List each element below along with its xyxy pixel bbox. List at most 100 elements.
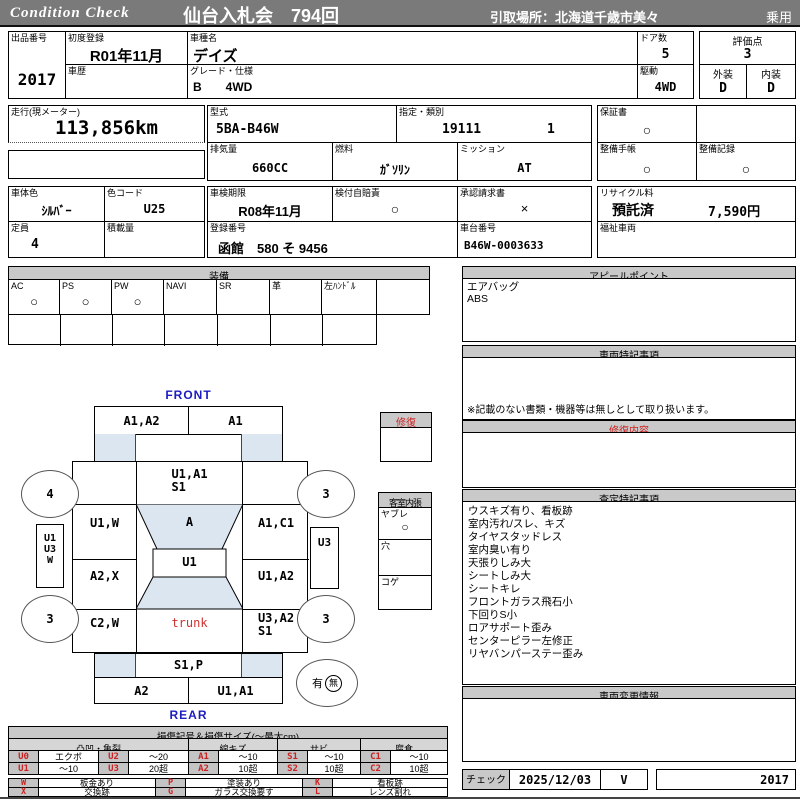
legend-code: C2 [360,762,391,775]
panel-right-sill: U3 [310,527,339,589]
equipment-cell-sr: SR [216,279,270,315]
cowl-left [95,434,136,461]
wheel-front-right: 3 [297,470,355,518]
body-color-value: ｼﾙﾊﾞｰ [41,204,72,218]
damage-code: A2 [134,684,149,698]
legend-code-text: X [20,787,27,797]
legend-code: A2 [188,762,219,775]
doors-cell: ドア数 5 [637,31,694,65]
equipment-label: SR [219,281,232,291]
damage-code: S1 [257,624,273,638]
color-code-cell: 色コード U25 [104,186,205,222]
cabin-value: ○ [401,520,409,534]
panel-left-fender: U1,W [73,517,136,530]
appeal-line: ABS [467,293,489,305]
legend-code-text: C1 [370,752,381,762]
payload-cell: 積載量 [104,221,205,258]
class-sub-number: 1 [547,122,555,137]
model-name-label: 車種名 [190,33,218,43]
damage-code: U3 [43,544,57,555]
legend-size-text: 20超 [148,764,168,774]
wheel-rear-left: 3 [21,595,79,643]
history-label: 車歴 [68,66,87,76]
wheel-rear-right: 3 [297,595,355,643]
panel-rear-bumper-left: A2 [94,677,189,704]
legend-size-text: エクボ [54,752,82,762]
model-code-label: 型式 [210,107,229,117]
appeal-line: エアバッグ [467,281,520,293]
legend-code-text: S2 [287,764,298,774]
legend-mark-text: ガラス交換要す [214,787,274,797]
panel-right-door: U1,A2 [243,570,309,583]
equipment-label: 革 [272,281,282,291]
legend-size-text: 10超 [324,764,344,774]
auction-condition-sheet: Condition Check 仙台入札会 794回 引取場所：北海道千歳市美々… [0,0,800,800]
check-date-cell: 2025/12/03 [509,769,601,790]
assessment-line: リヤバンパーステー歪み [468,648,584,660]
legend-mark-code: G [155,787,186,797]
legend-code-text: U3 [108,764,119,774]
presence-yes: 有 [312,678,323,690]
cabin-label: 穴 [381,541,391,551]
damage-code: A [185,515,194,529]
class-number: 19111 [442,122,482,137]
wheel-front-left: 4 [21,470,79,518]
damage-code: U3 [317,536,332,549]
cabin-header: 客室内張 [378,492,432,508]
service-record-label: 整備記録 [699,144,736,154]
legend-code: U3 [98,762,129,775]
equipment-label: AC [11,281,24,291]
fuel-value: ｶﾞｿﾘﾝ [379,163,410,177]
car-body: U1,A1 S1 A U1 trunk U1,W A2,X C2,W A1,C1… [72,461,309,654]
body-color-cell: 車体色 ｼﾙﾊﾞｰ [8,186,105,222]
panel-windshield: U1,A1 S1 [136,468,243,494]
legend-size: 20超 [128,762,189,775]
legend-code: S2 [277,762,308,775]
equipment-value: ○ [81,294,90,309]
legend-code-text: L [314,787,321,797]
damage-code: A1 [228,414,243,428]
score-label: 評価点 [732,37,763,48]
legend-mark-code: X [8,787,39,797]
body-color-label: 車体色 [11,188,39,198]
service-book-label: 整備手帳 [600,144,637,154]
repair-box-header: 修復 [380,412,432,428]
drive-value: 4WD [654,80,677,94]
appeal-body: エアバッグ ABS [462,278,796,342]
damage-code: U1 [43,533,57,544]
legend-size-text: ～10 [238,752,258,762]
equipment-cell-pw: PW ○ [111,279,164,315]
approval-value: × [520,201,529,216]
recycle-fee-label: リサイクル料 [600,188,654,198]
damage-code: A1,C1 [257,516,295,530]
exterior-grade-value: D [719,81,727,96]
damage-code: W [46,555,54,566]
equipment-label: 左ﾊﾝﾄﾞﾙ [324,281,356,291]
fuel-cell: 燃料 ｶﾞｿﾘﾝ [332,142,458,181]
approval-cell: 承認請求書 × [457,186,592,222]
plate-value: 函館 580 そ 9456 [218,241,328,256]
bottom-rule [0,797,800,799]
notes-disclaimer: ※記載のない書類・機器等は無しとして取り扱います。 [467,405,715,416]
drive-cell: 駆動 4WD [637,64,694,99]
cabin-cell-burn: コゲ [378,575,432,610]
title-bar: Condition Check 仙台入札会 794回 引取場所：北海道千歳市美々… [0,0,800,27]
legend-code-text: A1 [198,752,209,762]
cabin-cell-tear: ヤブレ ○ [378,507,432,540]
equipment-header: 装備 [8,266,430,280]
lot-number-value: 2017 [17,70,57,89]
panel-right-fender: A1,C1 [243,517,309,530]
panel-left-sill: U1 U3 W [36,524,64,588]
spare-presence-ellipse: 有 無 [296,659,358,707]
hood-band [94,434,283,461]
warranty-empty-cell [696,105,796,143]
doors-label: ドア数 [640,33,668,43]
cabin-label: コゲ [381,577,400,587]
grade-label: グレード・仕様 [190,66,254,76]
legend-code-text: G [167,787,174,797]
inspection-value: R08年11月 [238,204,302,219]
equipment-empty-row [8,314,377,346]
history-cell: 車歴 [65,64,188,99]
first-registration-cell: 初度登録 R01年11月 [65,31,188,65]
assessment-body: ウスキズ有り、看板跡 室内汚れ/スレ、キズ タイヤスタッドレス 室内臭い有り 天… [462,501,796,685]
